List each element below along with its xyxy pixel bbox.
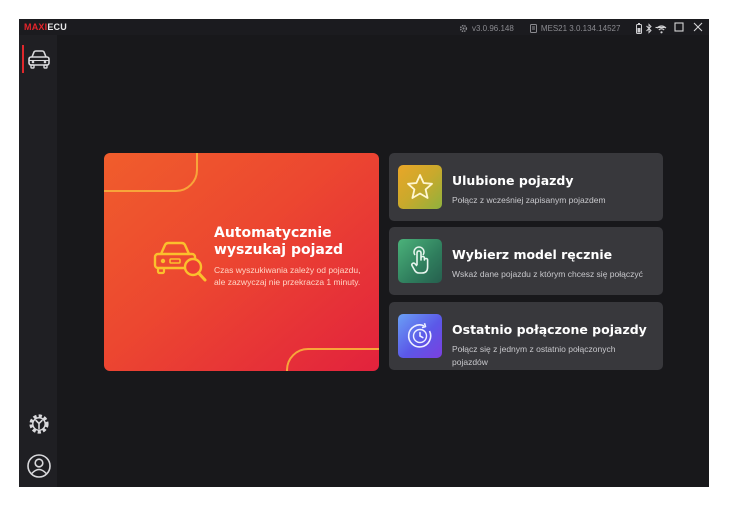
sidebar-item-account[interactable] [26,453,52,484]
card-decoration-top [104,153,198,192]
auto-search-card[interactable]: Automatycznie wyszukaj pojazd Czas wyszu… [104,153,379,371]
car-search-icon [153,241,207,282]
software-gear-icon [459,24,468,33]
auto-search-title: Automatycznie wyszukaj pojazd [214,225,343,258]
sidebar-item-settings[interactable] [26,411,52,442]
recent-vehicles-icon-tile [398,314,442,358]
status-area: v3.0.96.148 MES21 3.0.134.14527 [459,23,667,34]
app-logo: MAXIECU [24,22,67,32]
star-icon [407,174,433,199]
gear-wrench-icon [29,414,49,434]
sidebar [19,35,57,487]
history-clock-icon [407,322,432,348]
minimize-icon [655,26,664,28]
favorites-option[interactable]: Ulubione pojazdy Połącz z wcześniej zapi… [389,153,663,221]
manual-select-option[interactable]: Wybierz model ręcznie Wskaż dane pojazdu… [389,227,663,295]
manual-select-icon-tile [398,239,442,283]
manual-select-description: Wskaż dane pojazdu z którym chcesz się p… [452,269,643,279]
device-version: MES21 3.0.134.14527 [540,24,621,33]
active-indicator [22,45,24,73]
user-icon [27,454,51,478]
close-button[interactable] [692,20,703,33]
window-controls [654,20,703,33]
card-decoration-bottom [286,348,379,371]
minimize-button[interactable] [654,20,665,33]
software-version: v3.0.96.148 [472,24,514,33]
maximize-button[interactable] [673,20,684,33]
recent-vehicles-title: Ostatnio połączone pojazdy [452,322,647,337]
recent-vehicles-description: Połącz się z jednym z ostatnio połączony… [452,344,616,367]
logo-red-part: MAXI [24,22,48,32]
logo-white-part: ECU [47,22,67,32]
bluetooth-icon [646,23,653,34]
app-window: MAXIECU v3.0.96.148 MES21 3.0.134.14527 [19,19,709,487]
car-icon [28,50,50,69]
manual-select-title: Wybierz model ręcznie [452,247,613,262]
favorites-title: Ulubione pojazdy [452,173,574,188]
favorites-description: Połącz z wcześniej zapisanym pojazdem [452,195,606,205]
sidebar-item-vehicle[interactable] [19,43,57,77]
title-bar: MAXIECU v3.0.96.148 MES21 3.0.134.14527 [19,19,709,35]
recent-vehicles-option[interactable]: Ostatnio połączone pojazdy Połącz się z … [389,302,663,370]
close-icon [693,22,702,31]
auto-search-description: Czas wyszukiwania zależy od pojazdu, ale… [214,265,361,287]
device-icon [529,24,537,33]
battery-icon [636,23,643,34]
favorites-icon-tile [398,165,442,209]
maximize-icon [673,21,684,32]
tap-hand-icon [410,246,429,274]
